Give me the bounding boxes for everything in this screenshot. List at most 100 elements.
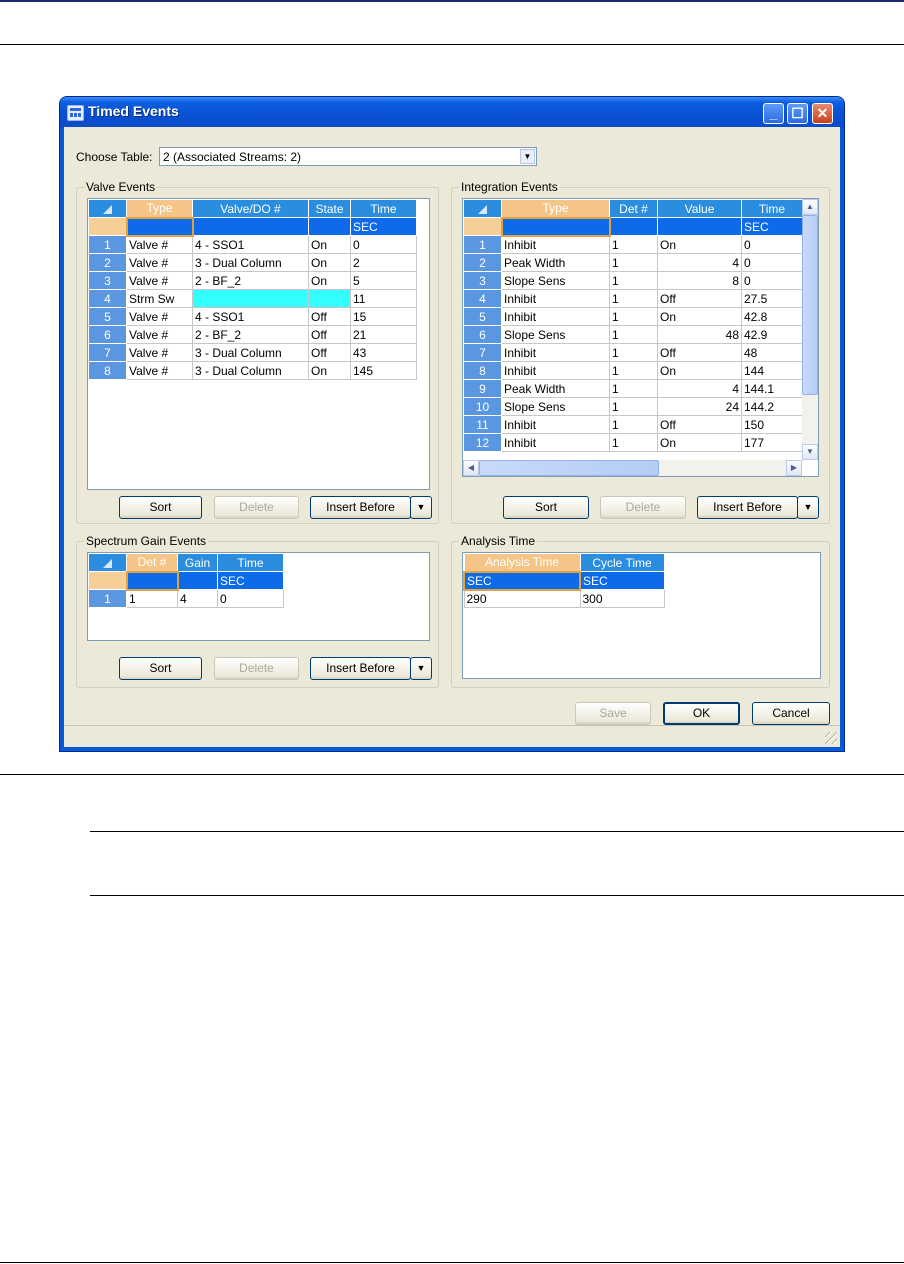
table-row[interactable]: 4 Strm Sw 11 (88, 289, 417, 308)
units-cell[interactable]: SEC (579, 571, 665, 590)
table-row[interactable]: 2 Valve #3 - Dual Column On 2 (88, 253, 417, 272)
integration-insert-dropdown-button[interactable]: ▼ (797, 496, 819, 519)
row-number[interactable]: 2 (463, 253, 502, 272)
cell-type[interactable]: Valve # (126, 253, 193, 272)
cell-det[interactable]: 1 (609, 253, 658, 272)
maximize-button[interactable]: ☐ (787, 103, 808, 124)
scroll-left-icon[interactable]: ◀ (463, 460, 479, 476)
cell-type[interactable]: Valve # (126, 343, 193, 362)
chevron-down-icon[interactable]: ▼ (520, 149, 535, 164)
row-number[interactable]: 3 (88, 271, 127, 290)
row-number[interactable]: 10 (463, 397, 502, 416)
column-header-det[interactable]: Det # (609, 199, 658, 218)
cell-type[interactable]: Inhibit (501, 415, 610, 434)
cell-det[interactable]: 1 (609, 343, 658, 362)
spectrum-sort-button[interactable]: Sort (119, 657, 202, 680)
spectrum-insert-dropdown-button[interactable]: ▼ (410, 657, 432, 680)
cell-time[interactable]: 144.2 (741, 397, 803, 416)
ok-button[interactable]: OK (663, 702, 740, 725)
cell-type[interactable]: Inhibit (501, 433, 610, 452)
cell-time[interactable]: 145 (350, 361, 417, 380)
cell-time[interactable]: 15 (350, 307, 417, 326)
row-number[interactable]: 8 (88, 361, 127, 380)
column-header-time[interactable]: Time (350, 199, 417, 218)
table-row[interactable]: 11 Inhibit 1 Off 150 (463, 415, 803, 434)
choose-table-select[interactable]: 2 (Associated Streams: 2) ▼ (159, 147, 537, 166)
spectrum-gain-grid[interactable]: Det # Gain Time SEC 1140 (87, 552, 430, 641)
row-number[interactable]: 6 (88, 325, 127, 344)
cell-type[interactable]: Strm Sw (126, 289, 193, 308)
cell-state[interactable]: Off (308, 307, 351, 326)
units-cell[interactable]: SEC (350, 217, 417, 236)
cell-det[interactable]: 1 (609, 271, 658, 290)
units-cell[interactable] (609, 217, 658, 236)
cell-type[interactable]: Valve # (126, 361, 193, 380)
cell-det[interactable]: 1 (609, 397, 658, 416)
table-row[interactable]: 3 Valve #2 - BF_2 On 5 (88, 271, 417, 290)
cell-time[interactable]: 27.5 (741, 289, 803, 308)
units-cell[interactable]: SEC (741, 217, 803, 236)
valve-insert-dropdown-button[interactable]: ▼ (410, 496, 432, 519)
row-number[interactable]: 5 (88, 307, 127, 326)
cell-time[interactable]: 0 (217, 589, 284, 608)
cell-type[interactable]: Valve # (126, 307, 193, 326)
analysis-time-grid[interactable]: Analysis Time Cycle Time SEC SEC 290 300 (462, 552, 821, 679)
cancel-button[interactable]: Cancel (752, 702, 830, 725)
cell-valve[interactable]: 2 - BF_2 (192, 325, 309, 344)
column-header-value[interactable]: Value (657, 199, 742, 218)
cell-valve[interactable] (192, 289, 309, 308)
cell-state[interactable] (308, 289, 351, 308)
cell-value[interactable]: 8 (657, 271, 742, 290)
cell-type[interactable]: Valve # (126, 235, 193, 254)
row-number[interactable]: 7 (88, 343, 127, 362)
table-row[interactable]: 9 Peak Width 1 4 144.1 (463, 379, 803, 398)
grid-corner[interactable] (88, 199, 127, 218)
cell-det[interactable]: 1 (609, 325, 658, 344)
table-row[interactable]: 5 Inhibit 1 On 42.8 (463, 307, 803, 326)
row-number[interactable]: 3 (463, 271, 502, 290)
cell-type[interactable]: Inhibit (501, 307, 610, 326)
units-cell[interactable]: SEC (463, 570, 581, 591)
cell-time[interactable]: 21 (350, 325, 417, 344)
resize-grip-icon[interactable] (825, 732, 837, 744)
table-row[interactable]: 8 Inhibit 1 On 144 (463, 361, 803, 380)
cycle-time-value[interactable]: 300 (579, 589, 665, 608)
column-header-analysis-time[interactable]: Analysis Time (463, 553, 581, 572)
cell-valve[interactable]: 3 - Dual Column (192, 343, 309, 362)
row-number[interactable]: 9 (463, 379, 502, 398)
cell-value[interactable]: Off (657, 289, 742, 308)
units-cell[interactable] (500, 216, 611, 237)
horizontal-scrollbar[interactable]: ◀ ▶ (463, 460, 802, 476)
table-row[interactable]: 5 Valve #4 - SSO1 Off 15 (88, 307, 417, 326)
cell-det[interactable]: 1 (609, 415, 658, 434)
analysis-time-value[interactable]: 290 (463, 589, 581, 608)
scroll-thumb[interactable] (479, 460, 659, 476)
cell-value[interactable]: 48 (657, 325, 742, 344)
close-button[interactable]: ✕ (812, 103, 833, 124)
cell-valve[interactable]: 4 - SSO1 (192, 235, 309, 254)
cell-time[interactable]: 5 (350, 271, 417, 290)
cell-time[interactable]: 0 (741, 253, 803, 272)
table-row[interactable]: 290 300 (463, 589, 665, 608)
cell-time[interactable]: 42.9 (741, 325, 803, 344)
row-number[interactable]: 8 (463, 361, 502, 380)
table-row[interactable]: 1 Valve #4 - SSO1 On 0 (88, 235, 417, 254)
cell-det[interactable]: 1 (609, 379, 658, 398)
scroll-thumb[interactable] (802, 215, 818, 395)
table-row[interactable]: 4 Inhibit 1 Off 27.5 (463, 289, 803, 308)
cell-time[interactable]: 150 (741, 415, 803, 434)
table-row[interactable]: 3 Slope Sens 1 8 0 (463, 271, 803, 290)
cell-time[interactable]: 0 (350, 235, 417, 254)
cell-value[interactable]: On (657, 235, 742, 254)
cell-type[interactable]: Inhibit (501, 289, 610, 308)
table-row[interactable]: 6 Slope Sens 1 48 42.9 (463, 325, 803, 344)
cell-value[interactable]: On (657, 361, 742, 380)
cell-value[interactable]: 4 (657, 379, 742, 398)
cell-value[interactable]: On (657, 307, 742, 326)
scroll-up-icon[interactable]: ▲ (802, 199, 818, 215)
cell-state[interactable]: Off (308, 325, 351, 344)
cell-det[interactable]: 1 (126, 589, 178, 608)
row-number[interactable]: 1 (463, 235, 502, 254)
cell-det[interactable]: 1 (609, 361, 658, 380)
cell-det[interactable]: 1 (609, 235, 658, 254)
